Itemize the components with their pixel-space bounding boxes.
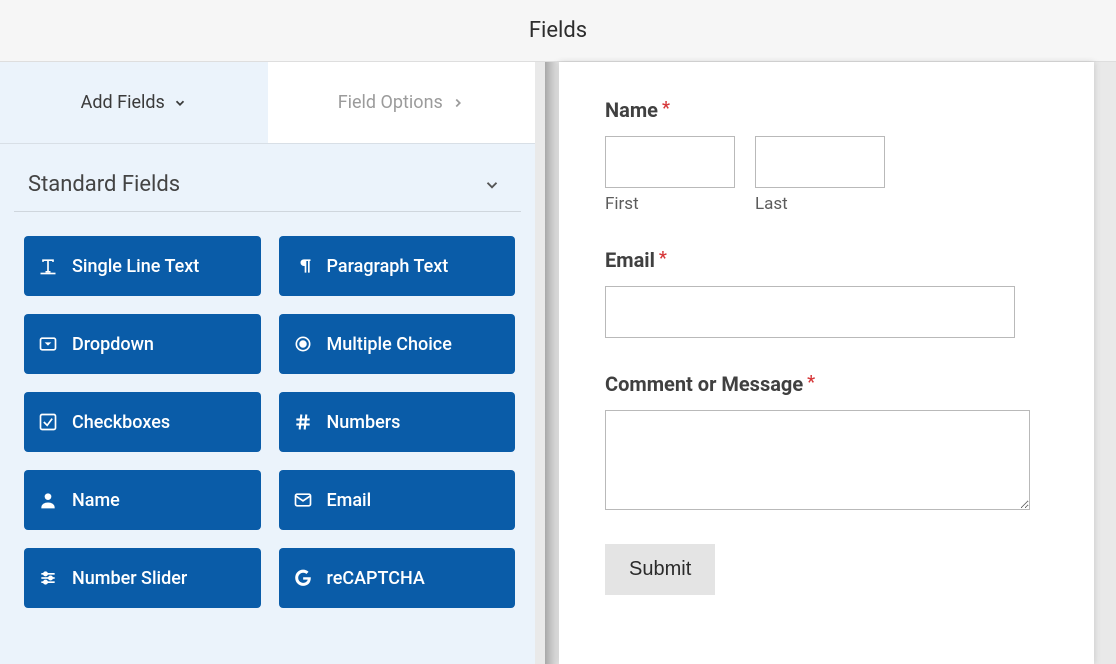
field-label: Comment or Message *: [605, 372, 1034, 396]
fields-panel: Add Fields Field Options Standard Fields: [0, 62, 535, 664]
tab-add-fields[interactable]: Add Fields: [0, 62, 268, 143]
chevron-down-icon: [483, 176, 501, 194]
standard-fields-header[interactable]: Standard Fields: [14, 144, 521, 212]
field-label: Dropdown: [72, 334, 154, 355]
field-label: Email *: [605, 248, 1034, 272]
tab-label: Field Options: [338, 92, 443, 113]
field-label: Name *: [605, 98, 1034, 122]
field-single-line-text[interactable]: Single Line Text: [24, 236, 261, 296]
checkbox-icon: [38, 412, 58, 432]
name-input-row: First Last: [605, 136, 1034, 214]
panel-tabs: Add Fields Field Options: [0, 62, 535, 144]
standard-fields-grid: Single Line Text Paragraph Text Dropdown…: [0, 212, 535, 618]
section-title: Standard Fields: [28, 172, 180, 197]
field-label: Paragraph Text: [327, 256, 449, 277]
field-label: Number Slider: [72, 568, 187, 589]
message-textarea[interactable]: [605, 410, 1030, 510]
field-numbers[interactable]: Numbers: [279, 392, 516, 452]
preview-area: Name * First Last Email *: [535, 62, 1116, 664]
email-input[interactable]: [605, 286, 1015, 338]
field-email[interactable]: Email: [279, 470, 516, 530]
field-label: Checkboxes: [72, 412, 170, 433]
label-text: Comment or Message: [605, 372, 803, 396]
submit-label: Submit: [629, 558, 691, 580]
first-sublabel: First: [605, 194, 735, 214]
label-text: Name: [605, 98, 658, 122]
required-mark: *: [662, 98, 670, 119]
main-layout: Add Fields Field Options Standard Fields: [0, 62, 1116, 664]
last-name-input[interactable]: [755, 136, 885, 188]
field-multiple-choice[interactable]: Multiple Choice: [279, 314, 516, 374]
last-sublabel: Last: [755, 194, 885, 214]
submit-button[interactable]: Submit: [605, 544, 715, 595]
field-label: Name: [72, 490, 120, 511]
field-label: Numbers: [327, 412, 401, 433]
last-name-column: Last: [755, 136, 885, 214]
label-text: Email: [605, 248, 655, 272]
field-dropdown[interactable]: Dropdown: [24, 314, 261, 374]
radio-icon: [293, 334, 313, 354]
first-name-input[interactable]: [605, 136, 735, 188]
form-field-name: Name * First Last: [605, 98, 1034, 214]
field-label: Multiple Choice: [327, 334, 452, 355]
form-preview: Name * First Last Email *: [559, 62, 1094, 664]
form-field-email: Email *: [605, 248, 1034, 338]
form-field-message: Comment or Message *: [605, 372, 1034, 510]
page-title: Fields: [529, 18, 587, 43]
panel-shadow: [545, 62, 559, 664]
envelope-icon: [293, 490, 313, 510]
field-label: Email: [327, 490, 372, 511]
sliders-icon: [38, 568, 58, 588]
field-number-slider[interactable]: Number Slider: [24, 548, 261, 608]
field-paragraph-text[interactable]: Paragraph Text: [279, 236, 516, 296]
field-label: reCAPTCHA: [327, 568, 425, 589]
field-name[interactable]: Name: [24, 470, 261, 530]
chevron-right-icon: [451, 96, 465, 110]
field-label: Single Line Text: [72, 256, 199, 277]
hash-icon: [293, 412, 313, 432]
user-icon: [38, 490, 58, 510]
google-icon: [293, 568, 313, 588]
tab-field-options[interactable]: Field Options: [268, 62, 536, 143]
field-recaptcha[interactable]: reCAPTCHA: [279, 548, 516, 608]
first-name-column: First: [605, 136, 735, 214]
tab-label: Add Fields: [81, 92, 165, 113]
dropdown-icon: [38, 334, 58, 354]
page-header: Fields: [0, 0, 1116, 62]
required-mark: *: [807, 372, 815, 393]
text-icon: [38, 256, 58, 276]
chevron-down-icon: [173, 96, 187, 110]
paragraph-icon: [293, 256, 313, 276]
required-mark: *: [659, 248, 667, 269]
field-checkboxes[interactable]: Checkboxes: [24, 392, 261, 452]
